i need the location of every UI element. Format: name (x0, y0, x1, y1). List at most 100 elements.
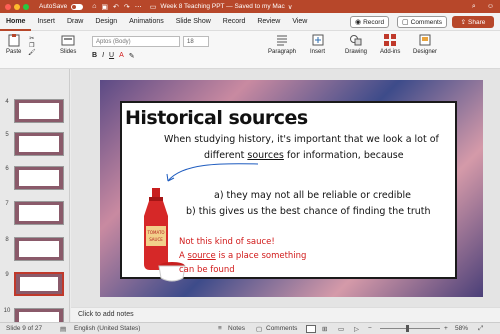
zoom-out-icon[interactable]: − (368, 325, 372, 332)
language-status[interactable]: English (United States) (74, 325, 140, 332)
share-icon: ⇪ (460, 19, 467, 26)
comments-button[interactable]: ▢ Comments (397, 16, 448, 28)
tab-animations[interactable]: Animations (123, 13, 170, 31)
slide-thumbnail[interactable] (14, 308, 64, 322)
record-label: Record (363, 18, 385, 26)
thumbnail-row[interactable]: 8 (0, 237, 69, 261)
record-icon: ◉ (355, 19, 362, 26)
slide-thumbnails-pane[interactable]: 4 5 6 7 8 9 10 (0, 69, 70, 322)
record-button[interactable]: ◉ Record (350, 16, 390, 28)
addins-label: Add-ins (380, 49, 401, 55)
tab-design[interactable]: Design (89, 13, 123, 31)
thumbnail-row[interactable]: 7 (0, 201, 69, 225)
zoom-slider[interactable] (380, 328, 440, 329)
italic-button[interactable]: I (102, 52, 104, 60)
normal-view-icon[interactable] (306, 325, 316, 333)
tab-insert[interactable]: Insert (31, 13, 61, 31)
format-painter-icon[interactable]: 🖌 (28, 49, 36, 56)
font-name-select[interactable]: Aptos (Body) (92, 36, 180, 47)
bottle-label-top: TOMATO (146, 230, 164, 235)
curved-arrow (166, 163, 259, 182)
window-controls (5, 3, 29, 10)
zoom-window-button[interactable] (23, 3, 29, 10)
account-icon[interactable]: ☺ (487, 3, 494, 10)
designer-button[interactable]: Designer (413, 33, 437, 55)
proofing-icon[interactable]: ▤ (60, 325, 66, 333)
share-button[interactable]: ⇪ Share (452, 16, 494, 28)
search-icon[interactable]: ⌕ (472, 3, 476, 11)
underline-button[interactable]: U (109, 52, 114, 60)
bold-button[interactable]: B (92, 52, 97, 60)
notes-pane[interactable]: Click to add notes (71, 307, 500, 322)
tab-review[interactable]: Review (251, 13, 286, 31)
tab-view[interactable]: View (286, 13, 313, 31)
redo-icon[interactable]: ↷ (124, 3, 130, 11)
format-row: B I U A ✎ (92, 52, 135, 60)
highlight-icon[interactable]: ✎ (129, 52, 135, 60)
zoom-in-icon[interactable]: + (444, 325, 448, 332)
title-chevron-icon[interactable]: ∨ (288, 3, 293, 11)
tab-draw[interactable]: Draw (61, 13, 89, 31)
slide-sorter-icon[interactable]: ⊞ (322, 325, 327, 333)
thumbnail-row[interactable]: 5 (0, 132, 69, 156)
slide-thumbnail[interactable] (14, 99, 64, 123)
thumbnail-number: 6 (5, 166, 9, 172)
status-bar: Slide 9 of 27 ▤ English (United States) … (0, 322, 500, 334)
slide-editor[interactable]: Historical sources When studying history… (71, 69, 500, 307)
copy-icon[interactable]: ❐ (29, 42, 34, 49)
point-a[interactable]: a) they may not all be reliable or credi… (214, 190, 411, 201)
insert-button[interactable]: Insert (310, 33, 325, 55)
thumbnail-row[interactable]: 10 (0, 308, 69, 322)
more-icon[interactable]: ⋯ (135, 3, 142, 11)
current-slide[interactable]: Historical sources When studying history… (100, 80, 483, 297)
slide-thumbnail-selected[interactable] (14, 272, 64, 296)
minimize-window-button[interactable] (14, 3, 20, 10)
drawing-button[interactable]: Drawing (345, 33, 367, 55)
slide-thumbnail[interactable] (14, 201, 64, 225)
thumbnail-row[interactable]: 6 (0, 166, 69, 190)
point-b[interactable]: b) this gives us the best chance of find… (186, 206, 431, 217)
document-title[interactable]: Week 8 Teaching PPT — Saved to my Mac (160, 3, 284, 10)
slide-thumbnail[interactable] (14, 237, 64, 261)
slideshow-icon[interactable]: ▷ (354, 325, 359, 333)
comments-toggle[interactable]: Comments (266, 325, 297, 332)
save-icon[interactable]: ▣ (101, 3, 108, 11)
zoom-slider-thumb[interactable] (406, 325, 409, 332)
slide-body-line-1[interactable]: When studying history, it's important th… (164, 134, 439, 145)
tab-record[interactable]: Record (217, 13, 252, 31)
autosave-toggle[interactable] (71, 3, 84, 10)
fit-slide-icon[interactable]: ⤢ (478, 325, 483, 333)
tab-home[interactable]: Home (0, 13, 32, 31)
paragraph-button[interactable]: Paragraph (268, 33, 296, 55)
line2-end: for information, because (283, 150, 404, 161)
slides-button[interactable]: Slides (60, 33, 76, 55)
paste-button[interactable]: Paste (6, 33, 21, 55)
notes-toggle[interactable]: Notes (228, 325, 245, 332)
slide-thumbnail[interactable] (14, 132, 64, 156)
slide-title[interactable]: Historical sources (125, 107, 308, 129)
addins-button[interactable]: Add-ins (380, 33, 400, 55)
cut-icon[interactable]: ✂ (29, 35, 34, 42)
zoom-level[interactable]: 58% (455, 325, 468, 332)
drawing-icon (350, 35, 362, 46)
thumbnail-row[interactable]: 9 (0, 272, 69, 296)
thumbnail-number: 10 (3, 308, 11, 314)
source-definition-line-2[interactable]: can be found (179, 265, 235, 275)
thumbnail-row[interactable]: 4 (0, 99, 69, 123)
paragraph-label: Paragraph (268, 49, 297, 55)
close-window-button[interactable] (5, 3, 11, 10)
undo-icon[interactable]: ↶ (113, 3, 119, 11)
tab-slide-show[interactable]: Slide Show (170, 13, 217, 31)
source-underlined: source (187, 251, 216, 261)
reading-view-icon[interactable]: ▭ (338, 325, 344, 333)
font-color-icon[interactable]: A (119, 52, 124, 60)
source-definition-line-1[interactable]: A source is a place something (179, 251, 306, 261)
thumbnail-number: 8 (5, 237, 9, 243)
sauce-note[interactable]: Not this kind of sauce! (179, 237, 275, 247)
font-size-select[interactable]: 18 (183, 36, 209, 47)
home-icon[interactable]: ⌂ (92, 3, 96, 10)
file-icon: ▭ (149, 3, 157, 11)
slide-content-card: Historical sources When studying history… (120, 101, 457, 282)
note2-end: is a place something (215, 251, 307, 261)
slide-thumbnail[interactable] (14, 166, 64, 190)
